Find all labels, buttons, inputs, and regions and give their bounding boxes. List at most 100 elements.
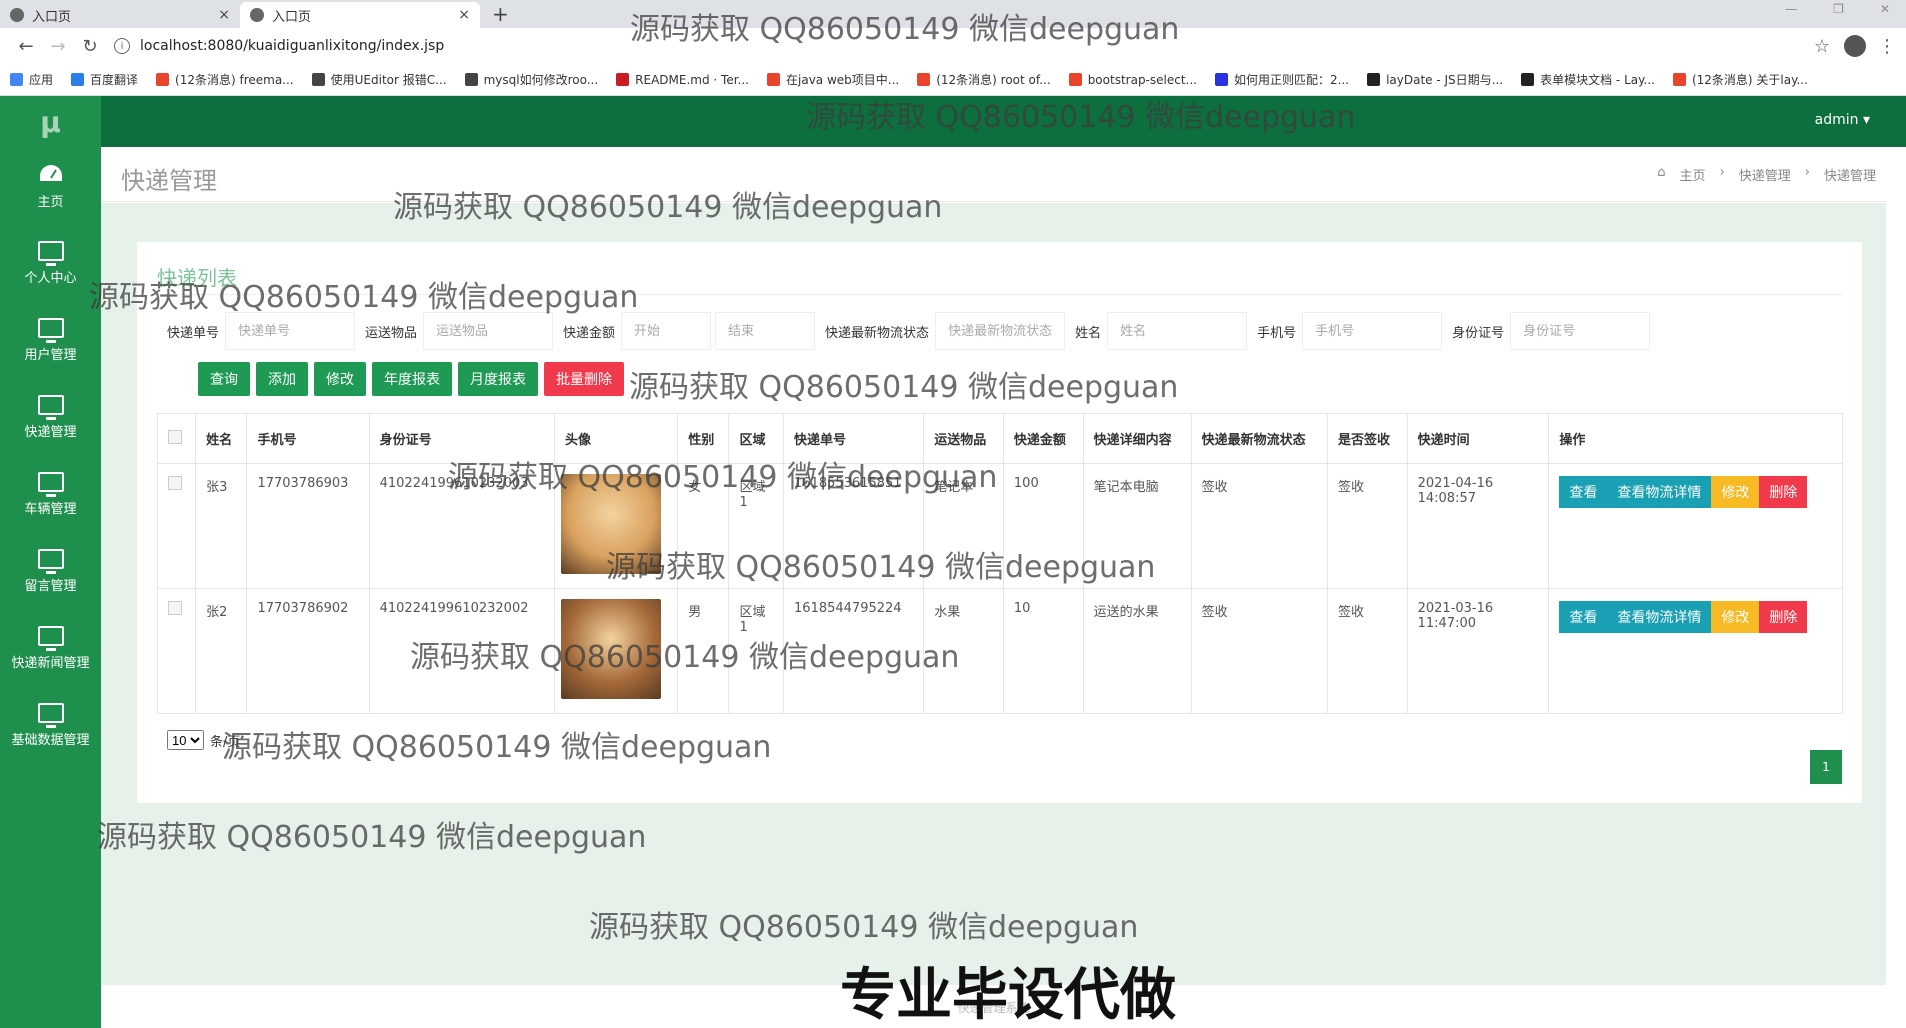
- table-row[interactable]: 张3 17703786903 410224199610232003 女区域1 16185…: [156, 463, 1843, 589]
- user-menu[interactable]: admin ▾: [1815, 112, 1870, 128]
- filter-input[interactable]: [225, 312, 356, 350]
- sidebar-item[interactable]: 主页: [0, 148, 101, 225]
- bookmark-favicon-icon: [616, 73, 630, 86]
- page-title: 快递管理: [121, 167, 217, 195]
- batch-delete-button[interactable]: 批量删除: [544, 362, 624, 396]
- filter-input[interactable]: [715, 312, 816, 350]
- view-button[interactable]: 查看: [1559, 601, 1608, 633]
- cell-item: 笔记本: [923, 463, 1004, 589]
- minimize-icon[interactable]: —: [1785, 2, 1797, 16]
- avatar-image: [560, 599, 661, 699]
- add-button[interactable]: 添加: [256, 362, 308, 396]
- sidebar-item-label: 主页: [37, 195, 64, 210]
- actions-cell: 查看 查看物流详情 修改 删除: [1548, 463, 1843, 589]
- sidebar-item[interactable]: 车辆管理: [0, 456, 101, 533]
- bookmark-item[interactable]: 使用UEditor 报错C...: [311, 71, 447, 88]
- row-delete-button[interactable]: 删除: [1759, 601, 1808, 633]
- sidebar-item[interactable]: 基础数据管理: [0, 687, 101, 764]
- row-checkbox[interactable]: [168, 476, 182, 490]
- close-window-icon[interactable]: ✕: [1880, 2, 1890, 16]
- bookmark-item[interactable]: (12条消息) root of...: [917, 71, 1051, 88]
- filter-input[interactable]: [1107, 312, 1248, 350]
- filter-label: 运送物品: [365, 325, 418, 341]
- profile-icon[interactable]: [1844, 35, 1866, 57]
- url-field[interactable]: i localhost:8080/kuaidiguanlixitong/inde…: [114, 32, 1806, 60]
- filter-input[interactable]: [423, 312, 554, 350]
- table-row[interactable]: 张2 17703786902 410224199610232002 男区域1 16185…: [156, 588, 1843, 714]
- filter-input[interactable]: [1302, 312, 1443, 350]
- breadcrumb-home[interactable]: 主页: [1680, 165, 1706, 184]
- bookmark-favicon-icon: [156, 73, 170, 86]
- back-icon[interactable]: ←: [10, 36, 42, 57]
- sidebar-item[interactable]: 用户管理: [0, 302, 101, 379]
- column-header: 快递最新物流状态: [1190, 413, 1328, 464]
- filter-label: 身份证号: [1452, 325, 1505, 341]
- bookmark-item[interactable]: 在java web项目中...: [767, 71, 899, 88]
- month-report-button[interactable]: 月度报表: [458, 362, 538, 396]
- bookmark-item[interactable]: 百度翻译: [71, 71, 138, 88]
- row-checkbox[interactable]: [168, 601, 182, 615]
- sidebar-item[interactable]: 个人中心: [0, 225, 101, 302]
- column-header: 性别: [677, 413, 730, 464]
- filter-input[interactable]: [935, 312, 1066, 350]
- row-edit-button[interactable]: 修改: [1711, 476, 1760, 508]
- sidebar-item-label: 车辆管理: [24, 502, 77, 517]
- breadcrumb-module[interactable]: 快递管理: [1739, 165, 1791, 184]
- bookmark-item[interactable]: bootstrap-select...: [1068, 73, 1197, 87]
- bookmark-label: 使用UEditor 报错C...: [330, 73, 447, 87]
- browser-tab[interactable]: 入口页 ×: [0, 2, 240, 28]
- cell-gender: 男: [677, 588, 730, 714]
- bookmark-item[interactable]: (12条消息) freema...: [156, 71, 294, 88]
- bookmark-item[interactable]: (12条消息) 关于lay...: [1672, 71, 1808, 88]
- page-number-button[interactable]: 1: [1810, 750, 1842, 784]
- info-icon[interactable]: i: [114, 38, 130, 54]
- bookmark-item[interactable]: 如何用正则匹配：2...: [1214, 71, 1350, 88]
- sidebar-item-label: 个人中心: [24, 271, 77, 286]
- breadcrumb-separator: ›: [1804, 165, 1810, 180]
- tab-title: 入口页: [272, 9, 312, 25]
- select-all-cell: [156, 413, 197, 464]
- bookmark-item[interactable]: 应用: [10, 71, 53, 88]
- window-controls: — ❐ ✕: [1785, 2, 1890, 16]
- bookmark-favicon-icon: [1521, 73, 1535, 86]
- reload-icon[interactable]: ↻: [74, 36, 106, 57]
- year-report-button[interactable]: 年度报表: [372, 362, 452, 396]
- bookmark-label: 应用: [29, 73, 54, 87]
- row-edit-button[interactable]: 修改: [1711, 601, 1760, 633]
- sidebar-item[interactable]: 留言管理: [0, 533, 101, 610]
- row-delete-button[interactable]: 删除: [1759, 476, 1808, 508]
- close-icon[interactable]: ×: [218, 7, 230, 23]
- cell-tracking-no: 1618544795224: [783, 588, 925, 714]
- view-button[interactable]: 查看: [1559, 476, 1608, 508]
- bookmark-label: (12条消息) root of...: [936, 73, 1051, 87]
- new-tab-button[interactable]: +: [492, 2, 509, 26]
- sidebar-item[interactable]: 快递新闻管理: [0, 610, 101, 687]
- avatar-image: [560, 474, 661, 574]
- select-all-checkbox[interactable]: [168, 429, 182, 444]
- query-button[interactable]: 查询: [198, 362, 250, 396]
- filter-input[interactable]: [1510, 312, 1651, 350]
- bookmark-item[interactable]: mysql如何修改roo...: [464, 71, 598, 88]
- avatar-cell: [553, 588, 679, 714]
- bookmark-item[interactable]: README.md · Ter...: [616, 73, 749, 87]
- cell-detail: 运送的水果: [1082, 588, 1192, 714]
- browser-tab-active[interactable]: 入口页 ×: [240, 2, 480, 28]
- bookmark-label: 如何用正则匹配：2...: [1233, 73, 1350, 87]
- bookmark-favicon-icon: [1672, 73, 1686, 86]
- bookmark-item[interactable]: layDate - JS日期与...: [1367, 71, 1503, 88]
- restore-icon[interactable]: ❐: [1833, 2, 1844, 16]
- page-size-select[interactable]: 10: [167, 730, 204, 750]
- edit-button[interactable]: 修改: [314, 362, 366, 396]
- browser-menu-icon[interactable]: ⋮: [1878, 36, 1896, 57]
- url-text[interactable]: localhost:8080/kuaidiguanlixitong/index.…: [140, 38, 444, 54]
- sidebar-item[interactable]: 快递管理: [0, 379, 101, 456]
- sidebar: μ 主页 个人中心 用户管理 快递管理 车辆管理 留言管理 快递新闻管理 基础数据管理: [0, 96, 101, 1028]
- view-logistics-button[interactable]: 查看物流详情: [1607, 601, 1712, 633]
- cell-amount: 100: [1002, 463, 1084, 589]
- close-icon[interactable]: ×: [458, 7, 470, 23]
- bookmark-star-icon[interactable]: ☆: [1814, 36, 1830, 57]
- forward-icon[interactable]: →: [42, 36, 74, 57]
- bookmark-item[interactable]: 表单模块文档 - Lay...: [1521, 71, 1655, 88]
- view-logistics-button[interactable]: 查看物流详情: [1607, 476, 1712, 508]
- filter-input[interactable]: [621, 312, 712, 350]
